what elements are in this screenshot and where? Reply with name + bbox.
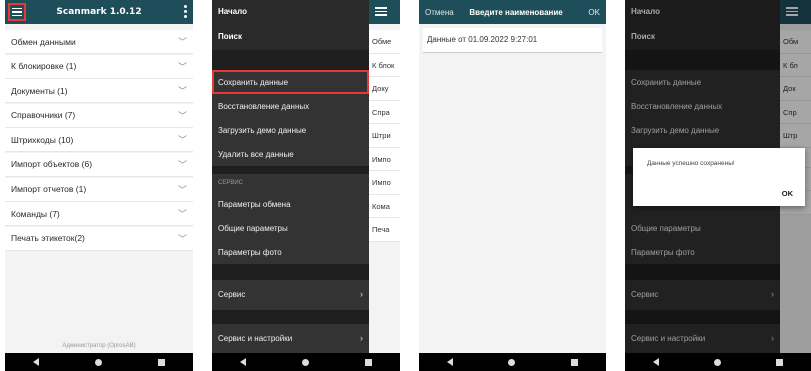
chevron-down-icon: ﹀ [177, 61, 187, 72]
system-nav-bar [625, 353, 811, 371]
list-item: Обме [369, 30, 400, 54]
cancel-button[interactable]: Отмена [425, 8, 454, 17]
load-demo-item[interactable]: Загрузить демо данные [212, 118, 369, 142]
background-content: Обме К блок Доку Спра Штри Импо Импо Ком… [369, 0, 400, 353]
recents-icon[interactable] [365, 358, 372, 366]
list-item[interactable]: Печать этикеток(2) ﹀ [5, 226, 193, 251]
divider [212, 50, 369, 70]
screen-name-input: Отмена Введите наименование OK Данные от… [419, 0, 606, 371]
dialog-ok-button[interactable]: OK [782, 189, 793, 198]
success-dialog: Данные успешно сохранены! OK [633, 148, 805, 206]
menu-icon-line [12, 11, 22, 13]
recents-icon[interactable] [158, 358, 165, 366]
system-nav-bar [212, 353, 400, 371]
exchange-params-item[interactable]: Параметры обмена [212, 192, 369, 216]
menu-icon[interactable] [375, 7, 387, 16]
dialog-title: Введите наименование [469, 7, 563, 17]
service-settings-item[interactable]: Сервис и настройки › [212, 324, 369, 354]
input-underline [423, 52, 602, 53]
list-item[interactable]: Документы (1) ﹀ [5, 79, 193, 104]
list-item: Импо [369, 171, 400, 195]
menu-icon-line [12, 7, 22, 10]
list-item: Кома [369, 194, 400, 218]
list-item: Спра [369, 100, 400, 124]
list-item[interactable]: Штрихкоды (10) ﹀ [5, 128, 193, 153]
menu-icon-line [12, 14, 22, 17]
divider [212, 264, 369, 280]
list-item: Доку [369, 77, 400, 101]
chevron-down-icon: ﹀ [177, 37, 187, 47]
recents-icon[interactable] [776, 358, 784, 366]
drawer-search[interactable]: Поиск [212, 24, 369, 50]
list-item[interactable]: Обмен данными ﹀ [5, 30, 193, 54]
back-icon[interactable] [446, 358, 453, 366]
service-item[interactable]: Сервис › [212, 280, 369, 310]
home-icon[interactable] [713, 358, 721, 366]
list-item[interactable]: Команды (7) ﹀ [5, 202, 193, 227]
screen-drawer: Обме К блок Доку Спра Штри Импо Импо Ком… [212, 0, 400, 371]
chevron-down-icon: ﹀ [177, 159, 187, 170]
chevron-down-icon: ﹀ [177, 184, 187, 195]
app-title: Scanmark 1.0.12 [56, 7, 142, 17]
chevron-down-icon: ﹀ [177, 209, 187, 220]
list-item[interactable]: К блокировке (1) ﹀ [5, 54, 193, 79]
home-icon[interactable] [508, 358, 516, 366]
screen-saved-dialog: Обм К бл Док Спр Штр Ком Печ Начало Поис… [625, 0, 811, 371]
navigation-drawer: Начало Поиск Сохранить данные Восстановл… [212, 0, 369, 354]
menu-list: Обмен данными ﹀ К блокировке (1) ﹀ Докумен… [5, 30, 193, 251]
ok-button[interactable]: OK [588, 8, 600, 17]
back-icon[interactable] [240, 358, 246, 366]
recents-icon[interactable] [571, 358, 579, 366]
general-params-item[interactable]: Общие параметры [212, 216, 369, 240]
section-header: СЕРВИС [218, 180, 243, 186]
save-data-item[interactable]: Сохранить данные [212, 70, 369, 94]
drawer-header: Начало [212, 0, 369, 24]
menu-button[interactable] [8, 3, 26, 21]
screen-main: Scanmark 1.0.12 Обмен данными ﹀ К блокиро… [5, 0, 193, 371]
system-nav-bar [419, 353, 606, 371]
list-item[interactable]: Справочники (7) ﹀ [5, 103, 193, 128]
chevron-down-icon: ﹀ [177, 86, 187, 97]
app-bar: Scanmark 1.0.12 [5, 0, 193, 24]
home-icon[interactable] [302, 358, 309, 366]
restore-data-item[interactable]: Восстановление данных [212, 94, 369, 118]
list-item: Импо [369, 147, 400, 171]
list-item[interactable]: Импорт объектов (6) ﹀ [5, 152, 193, 177]
chevron-down-icon: ﹀ [177, 233, 187, 244]
user-label: Администратор (OprosAB) [62, 343, 136, 349]
app-bar: Отмена Введите наименование OK [419, 0, 606, 24]
dialog-message: Данные успешно сохранены! [647, 160, 735, 167]
list-item: К блок [369, 53, 400, 77]
chevron-right-icon: › [360, 289, 363, 299]
divider [212, 310, 369, 324]
system-nav-bar [5, 353, 193, 371]
home-icon[interactable] [95, 358, 102, 366]
more-options-icon[interactable] [184, 5, 187, 18]
chevron-down-icon: ﹀ [177, 110, 187, 121]
delete-all-item[interactable]: Удалить все данные [212, 142, 369, 166]
photo-params-item[interactable]: Параметры фото [212, 240, 369, 264]
divider [212, 166, 369, 174]
list-item[interactable]: Импорт отчетов (1) ﹀ [5, 177, 193, 202]
list-item: Печа [369, 218, 400, 242]
name-input[interactable]: Данные от 01.09.2022 9:27:01 [423, 28, 602, 52]
chevron-down-icon: ﹀ [177, 135, 187, 146]
chevron-right-icon: › [360, 333, 363, 343]
list-item: Штри [369, 124, 400, 148]
app-bar [369, 0, 400, 24]
back-icon[interactable] [33, 358, 39, 366]
back-icon[interactable] [652, 358, 659, 366]
